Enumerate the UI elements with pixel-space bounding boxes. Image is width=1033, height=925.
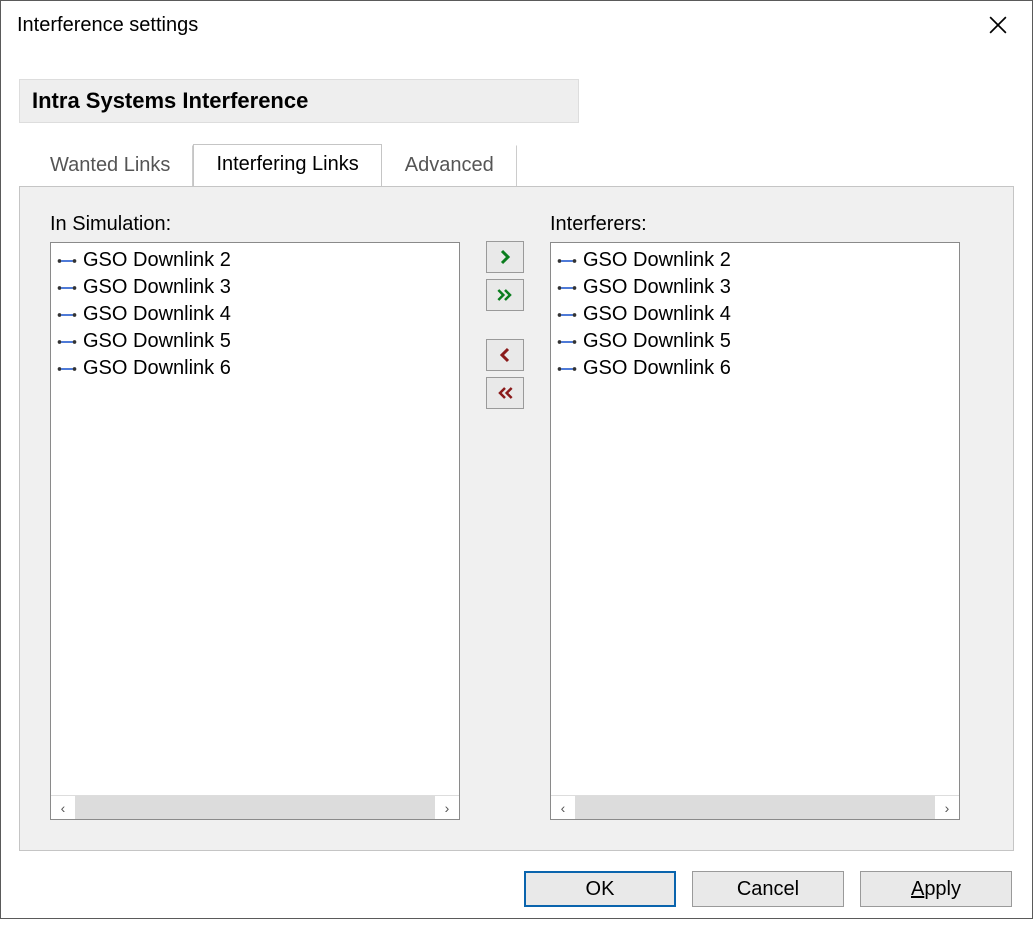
cancel-button[interactable]: Cancel	[692, 871, 844, 907]
list-item-label: GSO Downlink 6	[583, 357, 731, 380]
scroll-track[interactable]	[75, 796, 435, 819]
close-button[interactable]	[976, 9, 1020, 41]
transfer-buttons	[460, 213, 550, 415]
ok-button[interactable]: OK	[524, 871, 676, 907]
tabs-header: Wanted Links Interfering Links Advanced	[19, 143, 1014, 186]
link-icon	[57, 255, 77, 267]
footer: OK Cancel Apply	[1, 861, 1032, 925]
hscrollbar[interactable]: ‹ ›	[51, 795, 459, 819]
list-item-label: GSO Downlink 5	[583, 330, 731, 353]
close-icon	[989, 16, 1007, 34]
scroll-left-icon[interactable]: ‹	[551, 796, 575, 819]
list-item[interactable]: GSO Downlink 2	[553, 247, 957, 274]
link-icon	[557, 336, 577, 348]
list-item[interactable]: GSO Downlink 4	[53, 301, 457, 328]
dialog-window: Interference settings Intra Systems Inte…	[0, 0, 1033, 919]
apply-button-label: Apply	[911, 878, 961, 901]
dual-list: In Simulation: GSO Downlink 2 GSO Downli…	[50, 213, 983, 820]
double-chevron-left-icon	[495, 385, 515, 401]
scroll-right-icon[interactable]: ›	[935, 796, 959, 819]
list-item[interactable]: GSO Downlink 5	[553, 328, 957, 355]
tab-interfering-links[interactable]: Interfering Links	[193, 144, 381, 187]
move-left-button[interactable]	[486, 339, 524, 371]
chevron-right-icon	[495, 249, 515, 265]
link-icon	[557, 255, 577, 267]
scroll-right-icon[interactable]: ›	[435, 796, 459, 819]
double-chevron-right-icon	[495, 287, 515, 303]
link-icon	[57, 309, 77, 321]
list-item-label: GSO Downlink 3	[583, 276, 731, 299]
list-item-label: GSO Downlink 4	[583, 303, 731, 326]
titlebar: Interference settings	[1, 1, 1032, 49]
link-icon	[557, 363, 577, 375]
list-item[interactable]: GSO Downlink 2	[53, 247, 457, 274]
interferers-label: Interferers:	[550, 213, 960, 236]
list-item-label: GSO Downlink 5	[83, 330, 231, 353]
interferers-items: GSO Downlink 2 GSO Downlink 3 GSO Downli…	[551, 243, 959, 795]
ok-button-label: OK	[586, 878, 615, 901]
list-item-label: GSO Downlink 3	[83, 276, 231, 299]
link-icon	[57, 363, 77, 375]
list-item[interactable]: GSO Downlink 4	[553, 301, 957, 328]
list-item[interactable]: GSO Downlink 5	[53, 328, 457, 355]
cancel-button-label: Cancel	[737, 878, 799, 901]
scroll-track[interactable]	[575, 796, 935, 819]
in-simulation-label: In Simulation:	[50, 213, 460, 236]
chevron-left-icon	[495, 347, 515, 363]
hscrollbar[interactable]: ‹ ›	[551, 795, 959, 819]
in-simulation-listbox[interactable]: GSO Downlink 2 GSO Downlink 3 GSO Downli…	[50, 242, 460, 820]
list-item-label: GSO Downlink 2	[583, 249, 731, 272]
list-item[interactable]: GSO Downlink 3	[553, 274, 957, 301]
link-icon	[557, 309, 577, 321]
move-right-button[interactable]	[486, 241, 524, 273]
scroll-left-icon[interactable]: ‹	[51, 796, 75, 819]
list-item[interactable]: GSO Downlink 6	[553, 355, 957, 382]
link-icon	[557, 282, 577, 294]
list-item[interactable]: GSO Downlink 3	[53, 274, 457, 301]
in-simulation-column: In Simulation: GSO Downlink 2 GSO Downli…	[50, 213, 460, 820]
window-title: Interference settings	[17, 14, 198, 37]
list-item-label: GSO Downlink 4	[83, 303, 231, 326]
tab-advanced[interactable]: Advanced	[382, 145, 517, 187]
body: Intra Systems Interference Wanted Links …	[1, 49, 1032, 861]
interferers-column: Interferers: GSO Downlink 2 GSO Downlink…	[550, 213, 960, 820]
interferers-listbox[interactable]: GSO Downlink 2 GSO Downlink 3 GSO Downli…	[550, 242, 960, 820]
tab-panel: In Simulation: GSO Downlink 2 GSO Downli…	[19, 186, 1014, 851]
move-all-right-button[interactable]	[486, 279, 524, 311]
link-icon	[57, 336, 77, 348]
apply-button[interactable]: Apply	[860, 871, 1012, 907]
in-simulation-items: GSO Downlink 2 GSO Downlink 3 GSO Downli…	[51, 243, 459, 795]
section-title: Intra Systems Interference	[19, 79, 579, 123]
link-icon	[57, 282, 77, 294]
move-all-left-button[interactable]	[486, 377, 524, 409]
list-item-label: GSO Downlink 6	[83, 357, 231, 380]
tab-wanted-links[interactable]: Wanted Links	[27, 145, 193, 187]
list-item-label: GSO Downlink 2	[83, 249, 231, 272]
list-item[interactable]: GSO Downlink 6	[53, 355, 457, 382]
